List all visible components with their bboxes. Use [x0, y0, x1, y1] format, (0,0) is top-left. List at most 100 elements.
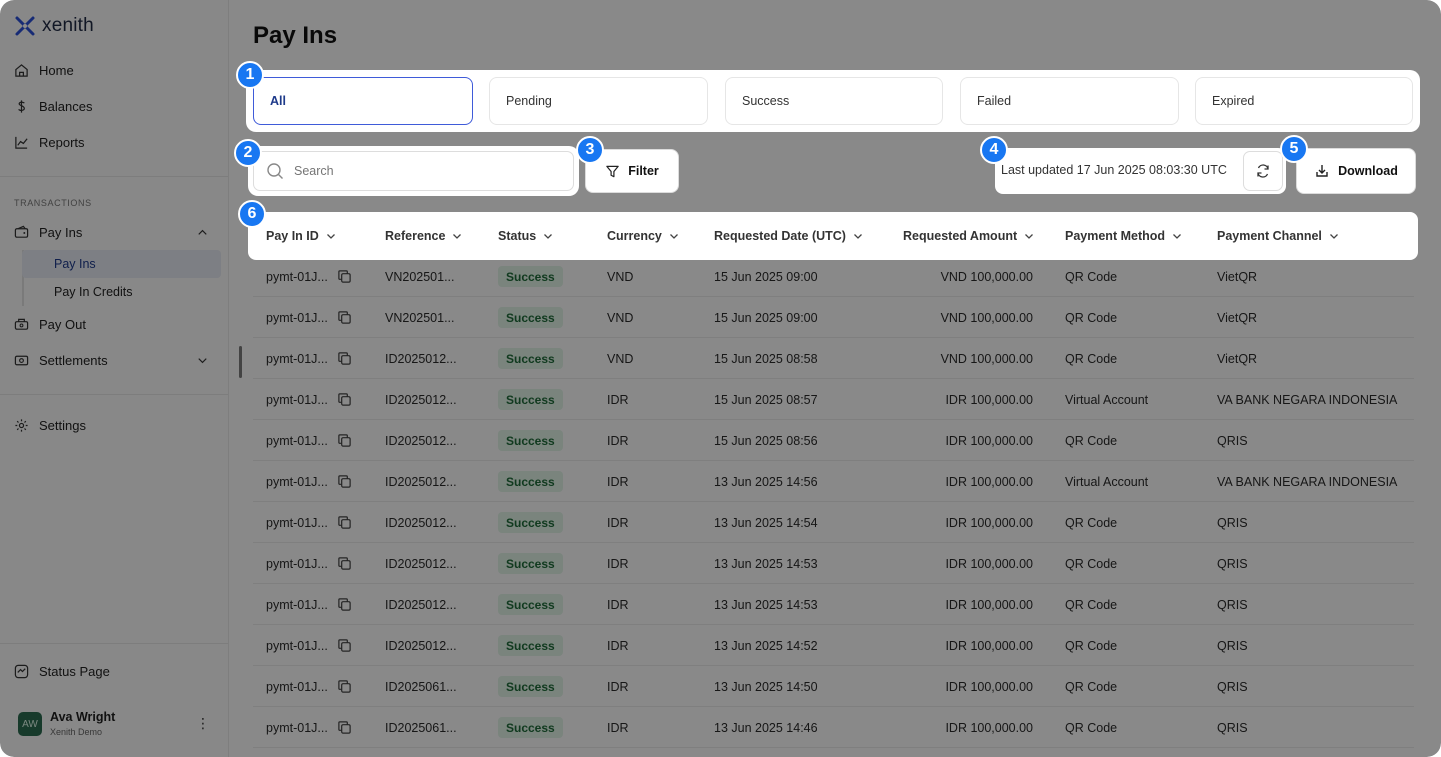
copy-icon[interactable] — [337, 638, 352, 653]
column-header[interactable]: Currency — [607, 229, 680, 243]
user-profile[interactable]: AW Ava Wright Xenith Demo ⋮ — [18, 708, 218, 742]
reference-cell: VN202501... — [385, 311, 455, 325]
currency-cell: IDR — [607, 721, 629, 735]
copy-icon[interactable] — [337, 310, 352, 325]
search-container — [250, 148, 577, 194]
column-header[interactable]: Pay In ID — [266, 229, 337, 243]
column-header[interactable]: Payment Method — [1065, 229, 1183, 243]
payment-channel-cell: VA BANK NEGARA INDONESIA — [1217, 393, 1398, 407]
table-row[interactable]: pymt-01J... VN202501... Success VND 15 Jun 2… — [253, 256, 1414, 297]
logo[interactable]: xenith — [14, 14, 94, 38]
sidebar: xenith Home Balances Reports TRANSACTION… — [0, 0, 229, 757]
dollar-icon — [18, 99, 25, 113]
chevron-down-icon — [1173, 234, 1181, 239]
copy-icon[interactable] — [337, 433, 352, 448]
reference-cell: ID2025012... — [385, 639, 457, 653]
chevron-down-icon — [1025, 234, 1034, 239]
table-row[interactable]: pymt-01J... ID2025061... Success IDR 13 Jun … — [253, 666, 1414, 707]
sidebar-item-settlements[interactable]: Settlements — [14, 348, 214, 372]
download-button[interactable]: Download — [1296, 148, 1416, 194]
copy-icon[interactable] — [337, 269, 352, 284]
chevron-down-icon — [198, 357, 207, 363]
column-header[interactable]: Payment Channel — [1217, 229, 1340, 243]
sidebar-item-reports[interactable]: Reports — [14, 130, 85, 154]
sidebar-subitem-pay-in-credits[interactable]: Pay In Credits — [22, 278, 221, 306]
sidebar-item-home[interactable]: Home — [14, 58, 74, 82]
table-row[interactable]: pymt-01J... ID2025012... Success IDR 13 Jun … — [253, 625, 1414, 666]
table-row[interactable]: pymt-01J... ID2025012... Success IDR 15 Jun … — [253, 420, 1414, 461]
pay-in-id-cell: pymt-01J... — [266, 639, 328, 653]
table-row[interactable]: pymt-01J... VN202501... Success VND 15 Jun 2… — [253, 297, 1414, 338]
copy-icon[interactable] — [337, 597, 352, 612]
table-row[interactable]: pymt-01J... ID2025012... Success IDR 13 Jun … — [253, 461, 1414, 502]
search-box[interactable] — [253, 151, 574, 191]
status-badge: Success — [498, 676, 563, 697]
tab-failed[interactable]: Failed — [960, 77, 1179, 125]
currency-cell: VND — [607, 270, 634, 284]
column-header[interactable]: Status — [498, 229, 554, 243]
sidebar-item-pay-ins[interactable]: Pay Ins — [14, 220, 214, 244]
table-row[interactable]: pymt-01J... ID2025012... Success VND 15 Jun … — [253, 338, 1414, 379]
chevron-down-icon — [453, 234, 462, 239]
column-header[interactable]: Reference — [385, 229, 463, 243]
filter-icon — [606, 165, 619, 177]
table-row[interactable]: pymt-01J... ID2025012... Success IDR 15 Jun … — [253, 379, 1414, 420]
marker-1: 1 — [236, 61, 264, 89]
currency-cell: VND — [607, 311, 634, 325]
column-header-label: Status — [498, 229, 537, 243]
copy-icon[interactable] — [337, 474, 352, 489]
sidebar-subitem-pay-ins[interactable]: Pay Ins — [22, 250, 221, 278]
payment-channel-cell: VietQR — [1217, 270, 1258, 284]
xenith-logo-icon — [15, 16, 35, 36]
column-header-label: Currency — [607, 229, 662, 243]
table-row[interactable]: pymt-01J... ID2025061... Success IDR 13 Jun … — [253, 707, 1414, 748]
tab-pending[interactable]: Pending — [489, 77, 708, 125]
tab-expired[interactable]: Expired — [1195, 77, 1413, 125]
column-header[interactable]: Requested Amount — [903, 229, 1035, 243]
payment-channel-cell: VA BANK NEGARA INDONESIA — [1217, 475, 1398, 489]
sidebar-item-settings[interactable]: Settings — [14, 413, 86, 437]
status-badge: Success — [498, 512, 563, 533]
more-options-icon[interactable]: ⋮ — [196, 716, 210, 730]
payment-method-cell: Virtual Account — [1065, 393, 1149, 407]
requested-amount-cell: IDR 100,000.00 — [945, 721, 1033, 735]
payment-channel-cell: VietQR — [1217, 311, 1258, 325]
requested-date-cell: 13 Jun 2025 14:52 — [714, 639, 818, 653]
copy-icon[interactable] — [337, 720, 352, 735]
tab-all[interactable]: All — [253, 77, 473, 125]
sidebar-item-balances[interactable]: Balances — [14, 94, 92, 118]
copy-icon[interactable] — [337, 515, 352, 530]
table-row[interactable]: pymt-01J... ID2025012... Success IDR 13 Jun … — [253, 543, 1414, 584]
tab-success[interactable]: Success — [725, 77, 943, 125]
pay-in-id-cell: pymt-01J... — [266, 270, 328, 284]
copy-icon[interactable] — [337, 679, 352, 694]
payment-channel-cell: QRIS — [1217, 680, 1248, 694]
copy-icon[interactable] — [337, 392, 352, 407]
sidebar-item-status-page[interactable]: Status Page — [14, 659, 110, 683]
copy-icon[interactable] — [337, 556, 352, 571]
payment-channel-cell: VietQR — [1217, 352, 1258, 366]
payment-method-cell: QR Code — [1065, 516, 1118, 530]
status-badge: Success — [498, 389, 563, 410]
refresh-button[interactable] — [1243, 151, 1283, 191]
requested-date-cell: 15 Jun 2025 08:56 — [714, 434, 818, 448]
requested-amount-cell: IDR 100,000.00 — [945, 639, 1033, 653]
search-input[interactable] — [294, 164, 544, 178]
table-row[interactable]: pymt-01J... ID2025012... Success IDR 13 Jun … — [253, 584, 1414, 625]
requested-amount-cell: VND 100,000.00 — [940, 352, 1033, 366]
copy-icon[interactable] — [337, 351, 352, 366]
sidebar-item-pay-out[interactable]: Pay Out — [14, 312, 86, 336]
pay-in-id-cell: pymt-01J... — [266, 311, 328, 325]
chevron-down-icon — [326, 234, 335, 239]
payment-channel-cell: QRIS — [1217, 639, 1248, 653]
table-row[interactable]: pymt-01J... ID2025012... Success IDR 13 Jun … — [253, 502, 1414, 543]
pay-in-id-cell: pymt-01J... — [266, 516, 328, 530]
section-label: TRANSACTIONS — [14, 198, 92, 208]
column-header[interactable]: Requested Date (UTC) — [714, 229, 864, 243]
requested-date-cell: 15 Jun 2025 08:58 — [714, 352, 818, 366]
currency-cell: IDR — [607, 516, 629, 530]
sidebar-resize-handle[interactable] — [239, 346, 242, 378]
marker-5: 5 — [1280, 135, 1308, 163]
status-badge: Success — [498, 635, 563, 656]
payment-method-cell: QR Code — [1065, 721, 1118, 735]
